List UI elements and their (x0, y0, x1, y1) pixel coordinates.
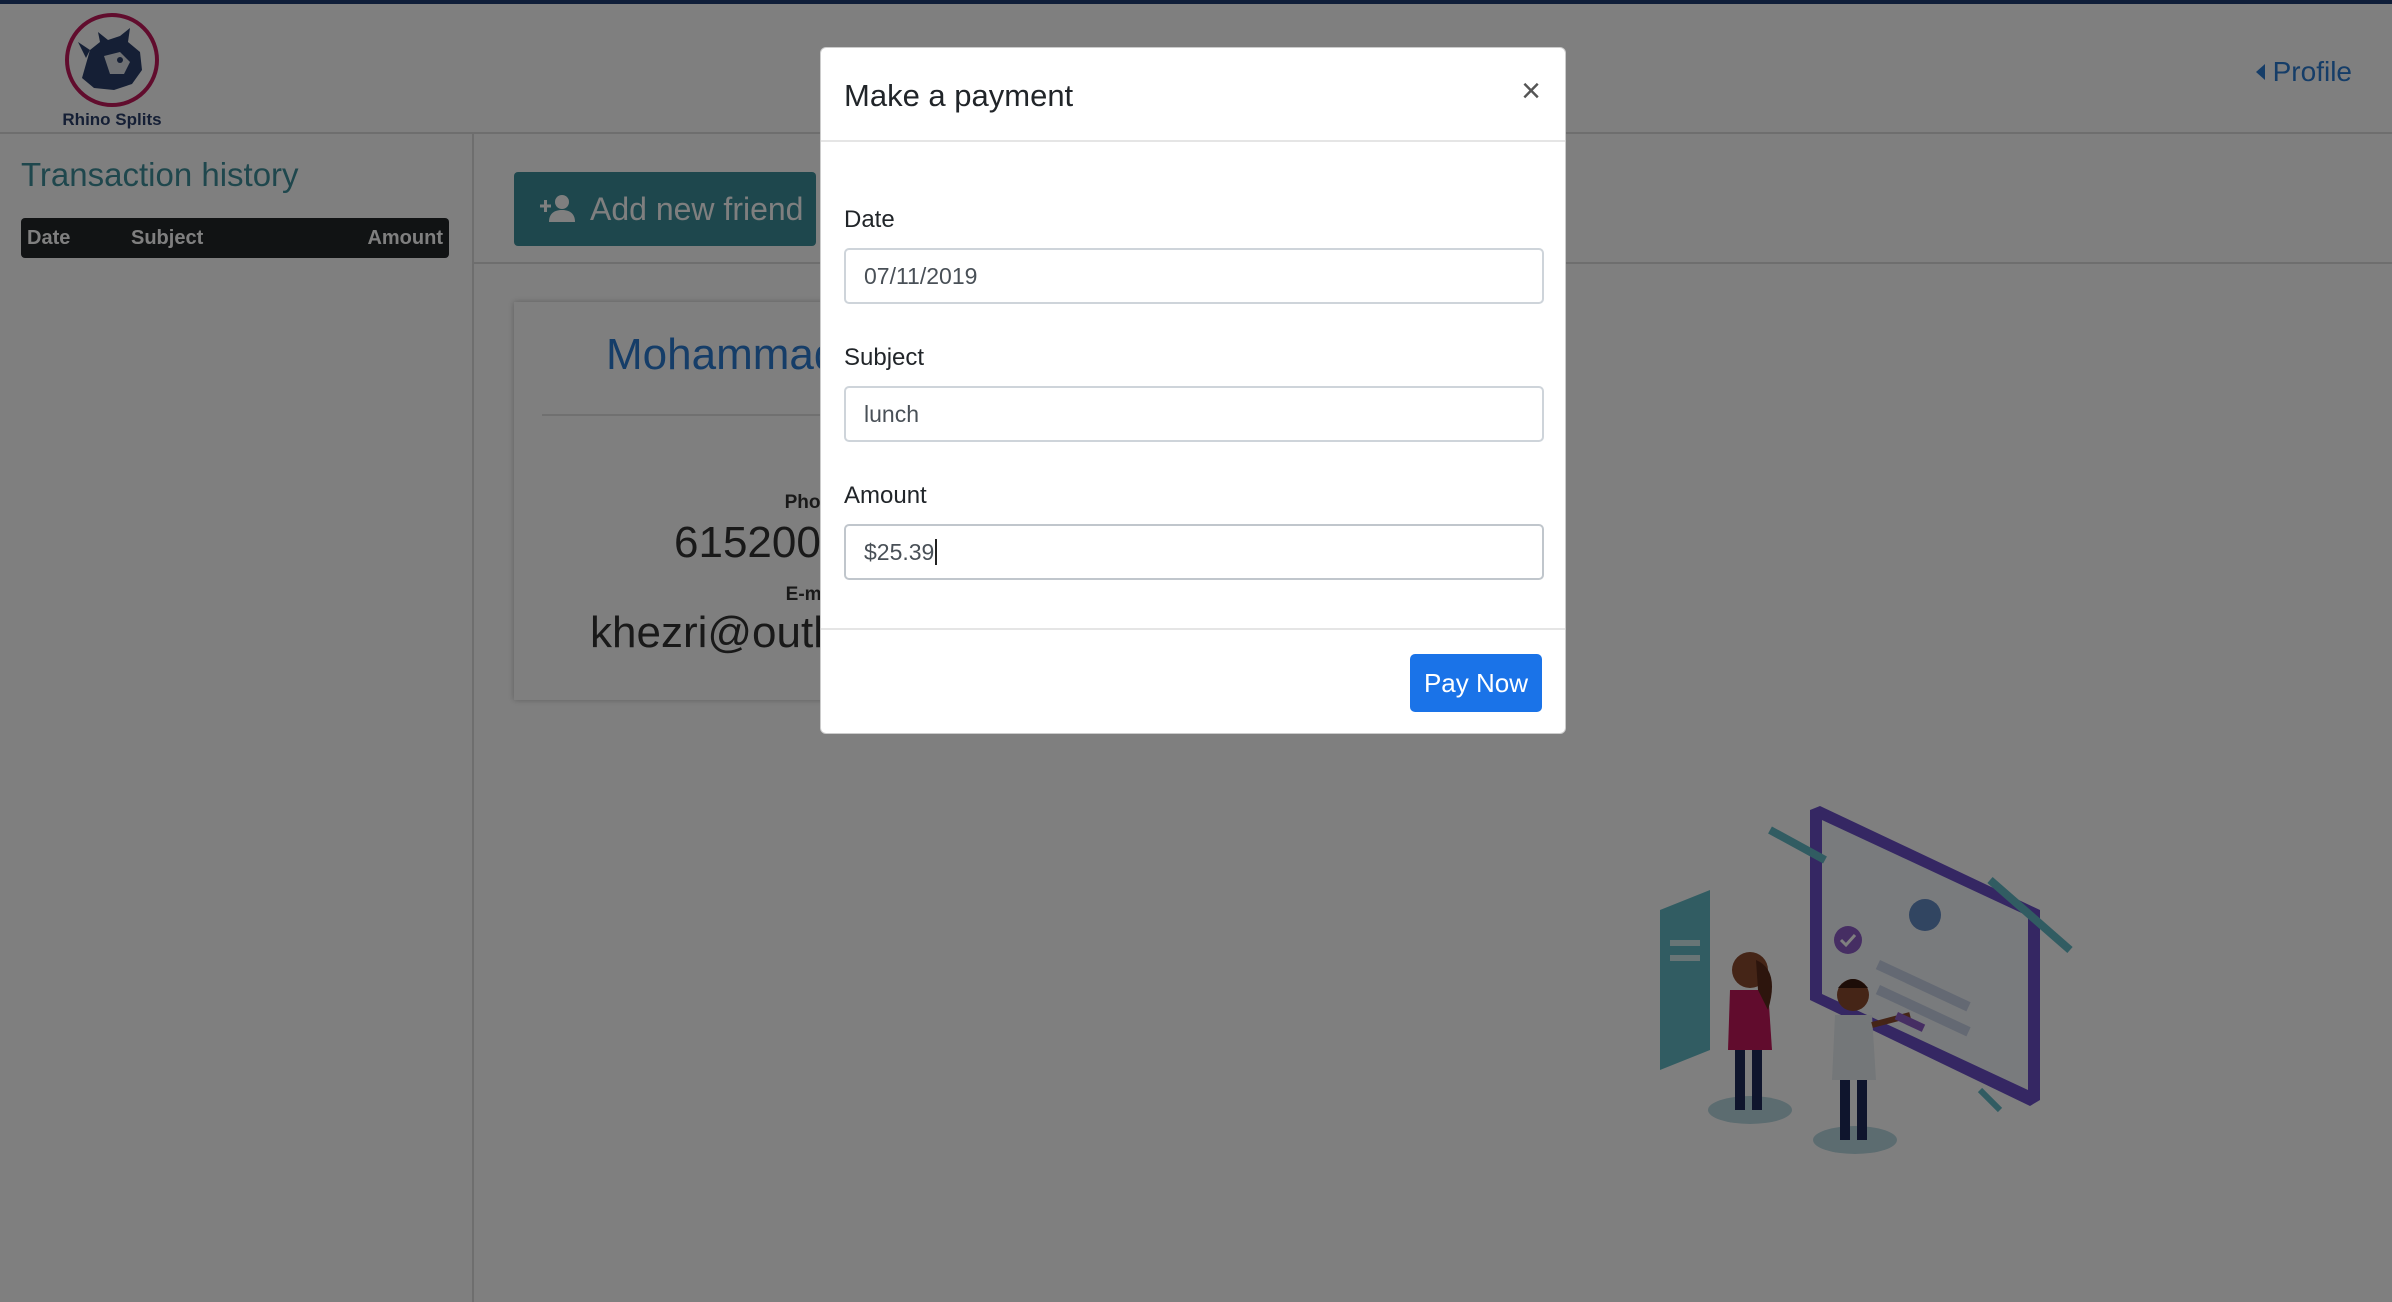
amount-label: Amount (844, 482, 927, 509)
subject-label: Subject (844, 344, 925, 371)
date-field[interactable]: 07/11/2019 (844, 248, 1544, 304)
close-icon[interactable]: × (1521, 74, 1541, 108)
pay-now-button[interactable]: Pay Now (1410, 654, 1542, 712)
subject-value: lunch (864, 400, 919, 427)
payment-modal: Make a payment × Date 07/11/2019 Subject… (820, 47, 1566, 734)
modal-header: Make a payment × (821, 48, 1565, 142)
text-cursor (935, 539, 938, 565)
amount-field[interactable]: $25.39 (844, 524, 1544, 580)
amount-value: $25.39 (864, 538, 935, 565)
date-value: 07/11/2019 (864, 262, 978, 289)
app-page: Rhino Splits Profile Transaction history… (0, 0, 2392, 1302)
date-label: Date (844, 206, 895, 233)
subject-field[interactable]: lunch (844, 386, 1544, 442)
modal-title: Make a payment (844, 78, 1074, 113)
modal-footer: Pay Now (821, 628, 1565, 735)
